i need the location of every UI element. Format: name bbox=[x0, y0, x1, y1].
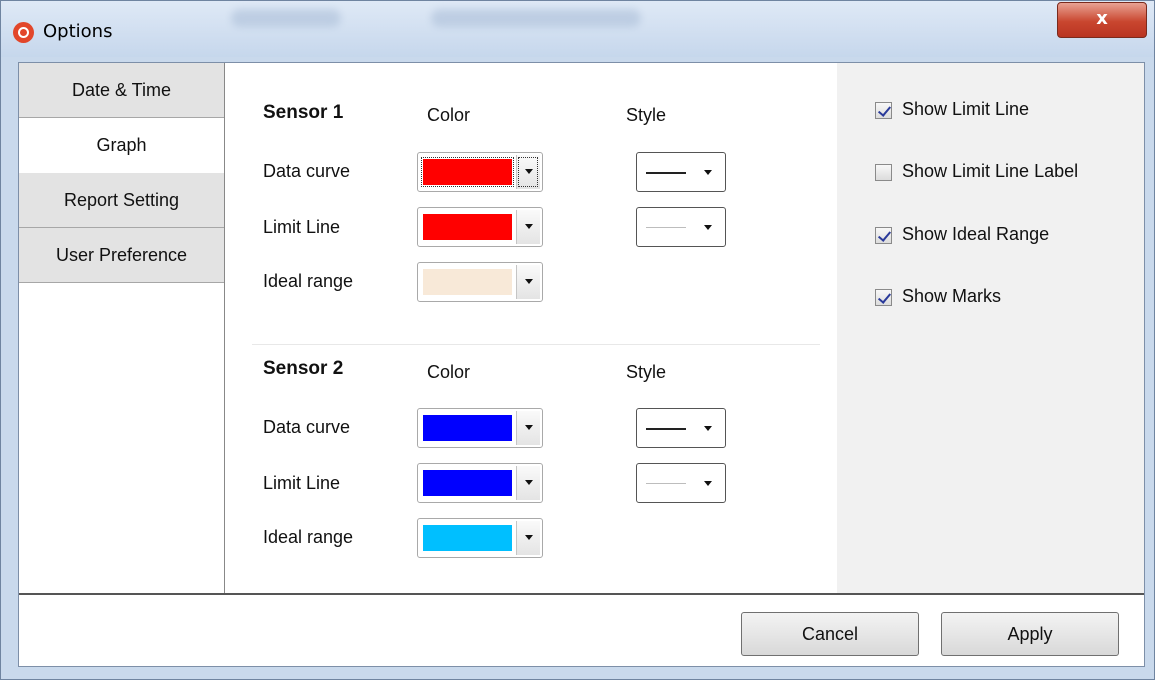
checkbox-show-ideal-range[interactable] bbox=[875, 227, 892, 244]
graph-settings-panel: Sensor 1 Color Style Data curve Limit Li… bbox=[226, 63, 837, 593]
checkbox-label: Show Ideal Range bbox=[902, 224, 1050, 244]
checkbox-label: Show Marks bbox=[902, 286, 1002, 306]
sensor-1-limit-line-label: Limit Line bbox=[263, 217, 341, 237]
sensor-2-ideal-range-label: Ideal range bbox=[263, 527, 354, 547]
options-window: Options x Date & Time Graph Report Setti… bbox=[0, 0, 1155, 680]
color-swatch bbox=[423, 269, 512, 295]
sensor-2-ideal-range-color-picker[interactable] bbox=[417, 518, 543, 558]
close-button[interactable]: x bbox=[1057, 2, 1147, 38]
tab-date-time[interactable]: Date & Time bbox=[19, 63, 224, 118]
color-swatch bbox=[423, 470, 512, 496]
sensor-2-limit-line-color-picker[interactable] bbox=[417, 463, 543, 503]
sensor-2-data-curve-color-picker[interactable] bbox=[417, 408, 543, 448]
tab-list: Date & Time Graph Report Setting User Pr… bbox=[19, 63, 225, 593]
app-icon bbox=[13, 22, 34, 43]
color-swatch bbox=[421, 157, 514, 187]
line-style-preview bbox=[646, 483, 686, 484]
sensor-2-limit-line-style-select[interactable] bbox=[636, 463, 726, 503]
dropdown-arrow-icon[interactable] bbox=[516, 521, 540, 555]
checkbox-show-limit-line[interactable] bbox=[875, 102, 892, 119]
title-bar[interactable]: Options x bbox=[1, 1, 1154, 57]
checkbox-show-marks[interactable] bbox=[875, 289, 892, 306]
dropdown-arrow-icon bbox=[704, 225, 712, 230]
sensor-1-ideal-range-color-picker[interactable] bbox=[417, 262, 543, 302]
apply-button[interactable]: Apply bbox=[941, 612, 1119, 656]
color-swatch bbox=[423, 415, 512, 441]
sensor-2-data-curve-label: Data curve bbox=[263, 417, 351, 437]
dropdown-arrow-icon[interactable] bbox=[516, 155, 540, 189]
section-divider bbox=[252, 344, 820, 345]
dropdown-arrow-icon bbox=[704, 170, 712, 175]
tab-report-setting[interactable]: Report Setting bbox=[19, 173, 224, 228]
sensor-1-limit-line-style-select[interactable] bbox=[636, 207, 726, 247]
dropdown-arrow-icon[interactable] bbox=[516, 411, 540, 445]
dropdown-arrow-icon bbox=[704, 426, 712, 431]
blurred-background-text bbox=[231, 9, 341, 27]
dropdown-arrow-icon[interactable] bbox=[516, 210, 540, 244]
sensor-1-data-curve-label: Data curve bbox=[263, 161, 351, 181]
sensor-1-data-curve-style-select[interactable] bbox=[636, 152, 726, 192]
sensor-2-color-header: Color bbox=[427, 362, 471, 382]
cancel-button[interactable]: Cancel bbox=[741, 612, 919, 656]
sensor-1-data-curve-color-picker[interactable] bbox=[417, 152, 543, 192]
sensor-2-title: Sensor 2 bbox=[263, 358, 344, 379]
blurred-background-text bbox=[431, 9, 641, 27]
dialog-body: Date & Time Graph Report Setting User Pr… bbox=[18, 62, 1145, 667]
tab-graph[interactable]: Graph bbox=[19, 118, 224, 173]
dialog-footer: Cancel Apply bbox=[19, 595, 1144, 666]
line-style-preview bbox=[646, 227, 686, 228]
checkbox-label: Show Limit Line bbox=[902, 99, 1030, 119]
dropdown-arrow-icon[interactable] bbox=[516, 265, 540, 299]
sensor-2-style-header: Style bbox=[626, 362, 667, 382]
checkbox-show-limit-line-label[interactable] bbox=[875, 164, 892, 181]
line-style-preview bbox=[646, 172, 686, 174]
color-swatch bbox=[423, 525, 512, 551]
sensor-1-ideal-range-label: Ideal range bbox=[263, 271, 354, 291]
checkbox-label: Show Limit Line Label bbox=[902, 161, 1079, 181]
dropdown-arrow-icon bbox=[704, 481, 712, 486]
sensor-2-data-curve-style-select[interactable] bbox=[636, 408, 726, 448]
sensor-2-limit-line-label: Limit Line bbox=[263, 473, 341, 493]
window-title: Options bbox=[43, 21, 113, 42]
sensor-1-title: Sensor 1 bbox=[263, 102, 344, 123]
color-swatch bbox=[423, 214, 512, 240]
dropdown-arrow-icon[interactable] bbox=[516, 466, 540, 500]
display-options-panel: Show Limit Line Show Limit Line Label Sh… bbox=[837, 63, 1144, 593]
tab-user-preference[interactable]: User Preference bbox=[19, 228, 224, 283]
sensor-1-style-header: Style bbox=[626, 105, 667, 125]
sensor-1-color-header: Color bbox=[427, 105, 471, 125]
line-style-preview bbox=[646, 428, 686, 430]
sensor-1-limit-line-color-picker[interactable] bbox=[417, 207, 543, 247]
